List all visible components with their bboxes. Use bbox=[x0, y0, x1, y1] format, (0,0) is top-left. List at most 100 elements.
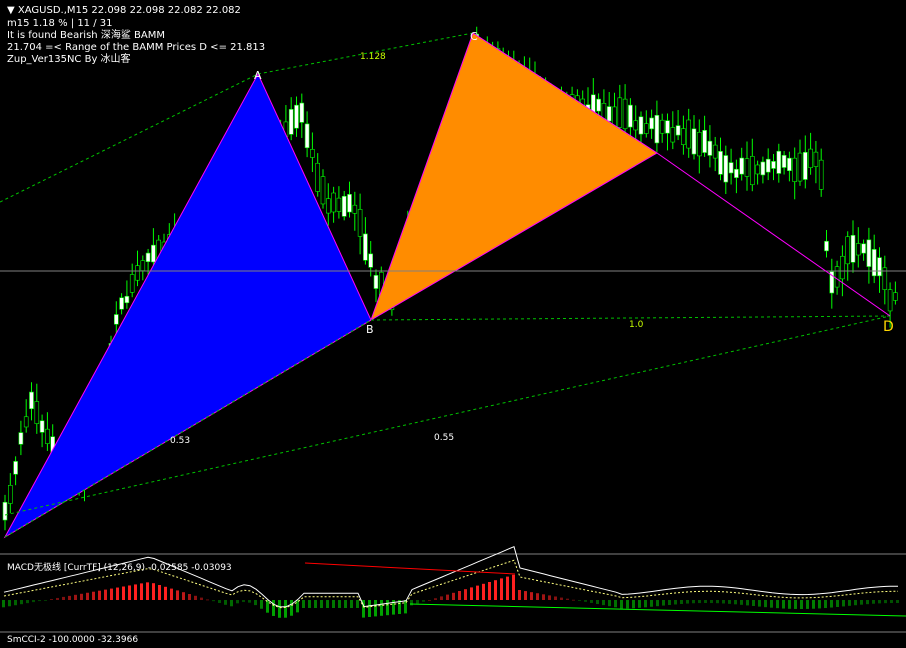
macd-bar bbox=[140, 583, 143, 600]
macd-bar bbox=[104, 589, 107, 600]
macd-bar bbox=[596, 600, 599, 605]
candle-body bbox=[781, 155, 787, 168]
ratio-label-ac: 1.128 bbox=[360, 52, 386, 62]
macd-bar bbox=[20, 600, 23, 605]
macd-bar bbox=[674, 600, 677, 605]
macd-bar bbox=[812, 600, 815, 609]
candle-body bbox=[797, 152, 803, 182]
candle-body bbox=[712, 144, 718, 159]
candle-body bbox=[357, 209, 363, 237]
macd-bar bbox=[818, 600, 821, 609]
macd-bar bbox=[500, 578, 503, 600]
chart-canvas[interactable]: A B C D 1.128 1.0 0.53 0.55 bbox=[0, 0, 906, 644]
macd-bar bbox=[134, 584, 137, 600]
macd-bar bbox=[608, 600, 611, 607]
macd-bar bbox=[590, 600, 593, 603]
macd-bar bbox=[524, 591, 527, 600]
range-line: 21.704 =< Range of the BAMM Prices D <= … bbox=[7, 42, 266, 53]
macd-bar bbox=[704, 600, 707, 604]
macd-bar bbox=[746, 600, 749, 606]
macd-bar bbox=[692, 600, 695, 604]
candle-body bbox=[840, 255, 845, 280]
candle-body bbox=[866, 239, 872, 267]
macd-bar bbox=[482, 583, 485, 600]
candle-body bbox=[845, 236, 851, 265]
candle-body bbox=[638, 116, 644, 135]
macd-bar bbox=[650, 600, 653, 607]
macd-bar bbox=[542, 594, 545, 600]
macd-bar bbox=[806, 600, 809, 609]
macd-bar bbox=[560, 597, 563, 600]
candle-body bbox=[813, 151, 819, 167]
symbol-line: XAGUSD.,M15 22.098 22.098 22.082 22.082 bbox=[17, 5, 241, 16]
macd-bar bbox=[758, 600, 761, 607]
macd-bar bbox=[446, 594, 449, 600]
macd-bar bbox=[878, 600, 881, 604]
macd-bar bbox=[206, 599, 209, 601]
macd-bar bbox=[326, 600, 329, 608]
candle-body bbox=[145, 252, 151, 262]
macd-bar bbox=[602, 600, 605, 606]
candle-body bbox=[802, 151, 808, 180]
macd-bar bbox=[842, 600, 845, 607]
macd-bar bbox=[428, 600, 431, 601]
macd-bar bbox=[764, 600, 767, 608]
point-label-a: A bbox=[254, 69, 262, 82]
macd-bar bbox=[680, 600, 683, 604]
macd-bar bbox=[194, 595, 197, 600]
macd-bar bbox=[68, 595, 71, 600]
macd-bar bbox=[464, 589, 467, 600]
macd-bar bbox=[110, 588, 113, 600]
collapse-triangle-icon[interactable]: ▼ bbox=[7, 5, 15, 16]
candle-body bbox=[299, 102, 305, 123]
macd-bar bbox=[338, 600, 341, 608]
macd-bar bbox=[698, 600, 701, 604]
macd-bar bbox=[8, 600, 11, 607]
macd-bar bbox=[470, 587, 473, 600]
macd-bar bbox=[794, 600, 797, 609]
candle-body bbox=[315, 162, 321, 192]
candle-body bbox=[363, 233, 368, 261]
credit-line: Zup_Ver135NC By 冰山客 bbox=[7, 54, 131, 65]
chart-window[interactable]: A B C D 1.128 1.0 0.53 0.55 ▼ XAGUSD.,M1… bbox=[0, 0, 906, 645]
candle-body bbox=[681, 128, 686, 145]
macd-bar bbox=[308, 600, 311, 608]
macd-bar bbox=[248, 600, 251, 603]
candle-body bbox=[331, 192, 336, 213]
candle-body bbox=[310, 149, 315, 158]
macd-bar bbox=[416, 600, 419, 604]
macd-bar bbox=[716, 600, 719, 604]
macd-bar bbox=[182, 592, 185, 600]
macd-bar bbox=[782, 600, 785, 609]
macd-bar bbox=[686, 600, 689, 604]
macd-bar bbox=[890, 600, 893, 604]
candle-body bbox=[336, 197, 342, 212]
candle-body bbox=[622, 98, 628, 130]
macd-bar bbox=[50, 598, 53, 600]
candle-body bbox=[288, 109, 294, 135]
candle-body bbox=[675, 125, 681, 136]
candle-body bbox=[834, 266, 840, 288]
macd-bar bbox=[332, 600, 335, 608]
ratio-label-bd: 1.0 bbox=[629, 320, 644, 330]
macd-bar bbox=[284, 600, 287, 618]
macd-bar bbox=[800, 600, 803, 609]
macd-bar bbox=[434, 598, 437, 600]
candle-body bbox=[871, 249, 877, 277]
macd-bar bbox=[440, 596, 443, 600]
macd-bar bbox=[710, 600, 713, 604]
candle-body bbox=[877, 257, 882, 277]
candle-body bbox=[34, 401, 40, 424]
macd-bar bbox=[848, 600, 851, 606]
macd-bar bbox=[92, 591, 95, 600]
candle-body bbox=[792, 157, 798, 182]
macd-bar bbox=[314, 600, 317, 608]
candle-body bbox=[628, 104, 633, 128]
macd-bar bbox=[128, 585, 131, 600]
macd-bar bbox=[656, 600, 659, 607]
macd-bar bbox=[386, 600, 389, 616]
macd-bar bbox=[242, 600, 245, 603]
ratio-label-xd: 0.55 bbox=[434, 433, 454, 443]
candle-body bbox=[744, 158, 750, 177]
candle-body bbox=[808, 148, 813, 168]
